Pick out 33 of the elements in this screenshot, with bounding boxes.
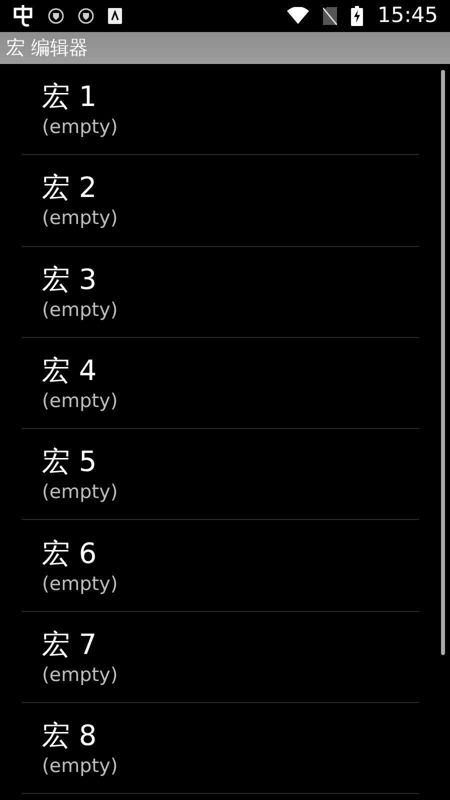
macro-value: (empty) [42,206,119,230]
no-sim-icon [323,7,338,25]
macro-list-item[interactable]: 宏 6 (empty) [22,520,419,612]
macro-name: 宏 1 [42,79,98,116]
shield-icon [78,8,94,24]
status-time: 15:45 [377,2,438,30]
macro-name: 宏 7 [42,626,98,663]
scrollbar[interactable] [441,70,445,655]
macro-name: 宏 4 [42,353,98,390]
macro-value: (empty) [42,662,119,687]
macro-list-item[interactable]: 宏 8 (empty) [22,703,419,794]
battery-charging-icon [351,6,364,26]
app-icon [108,8,122,24]
macro-name: 宏 3 [42,262,98,298]
macro-list-item[interactable]: 宏 3 (empty) [22,246,419,338]
macro-value: (empty) [42,389,119,414]
macro-name: 宏 6 [42,536,98,572]
macro-list-item[interactable]: 宏 5 (empty) [22,429,419,520]
macro-list-item[interactable]: 宏 2 (empty) [22,155,419,247]
macro-value: (empty) [42,298,119,322]
macro-name: 宏 2 [42,170,98,206]
macro-list-item[interactable]: 宏 1 (empty) [22,64,419,156]
macro-value: (empty) [42,480,119,504]
macro-value: (empty) [42,572,119,596]
macro-name: 宏 8 [42,718,98,754]
window-title: 宏 编辑器 [6,36,88,61]
wifi-icon [287,7,310,25]
macro-list-item[interactable]: 宏 7 (empty) [22,612,419,704]
macro-value: (empty) [42,115,119,140]
macro-value: (empty) [42,754,119,778]
macro-name: 宏 5 [42,444,98,480]
shield-icon [48,8,64,24]
macro-list-item[interactable]: 宏 4 (empty) [22,338,419,430]
